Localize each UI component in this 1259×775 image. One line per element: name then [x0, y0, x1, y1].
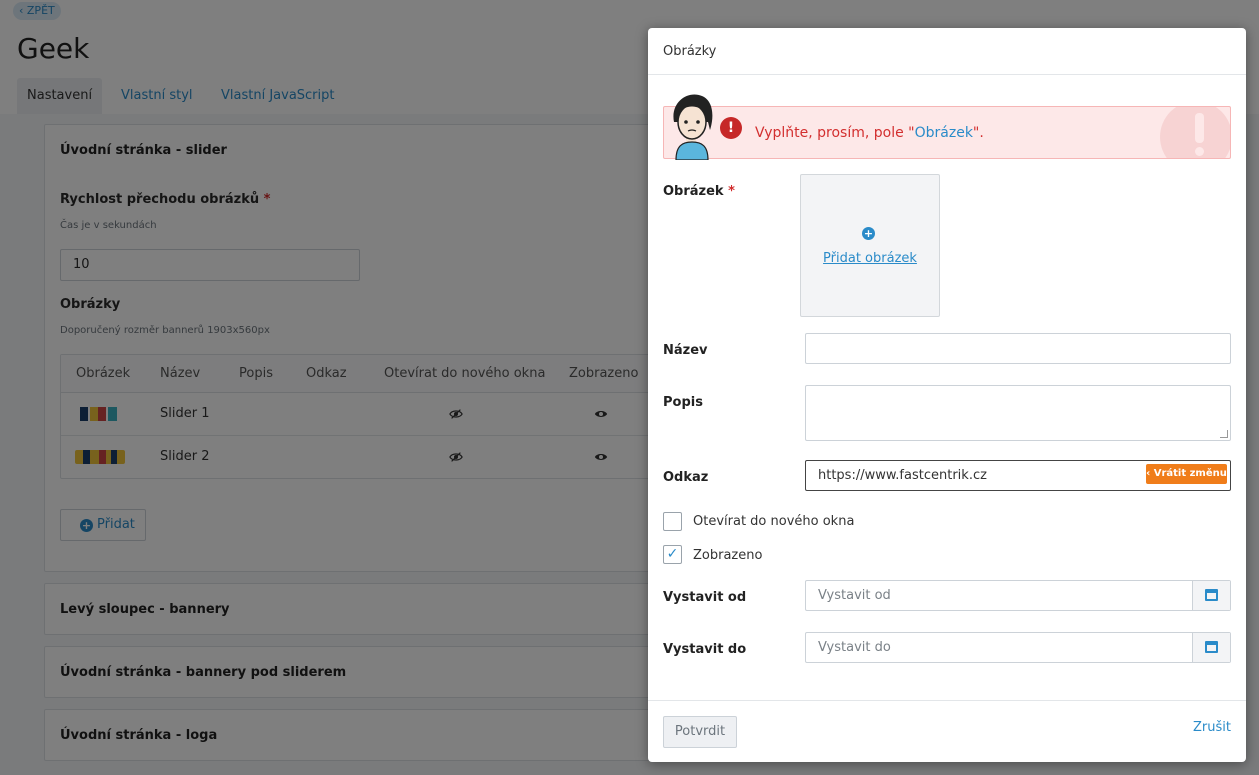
new-window-checkbox[interactable]	[663, 512, 682, 531]
modal-header: Obrázky	[648, 28, 1246, 75]
confirm-button[interactable]: Potvrdit	[663, 716, 737, 748]
alert-decoration	[1195, 147, 1204, 156]
calendar-icon	[1205, 589, 1218, 601]
visible-checkbox[interactable]: ✓	[663, 545, 682, 564]
check-icon: ✓	[666, 546, 679, 562]
name-input[interactable]	[805, 333, 1231, 364]
exclamation-icon: !	[720, 117, 742, 139]
calendar-icon	[1205, 641, 1218, 653]
description-label: Popis	[663, 395, 703, 410]
plus-circle-icon: +	[862, 227, 875, 240]
alert-decoration	[1195, 113, 1204, 143]
validation-alert: ! Vyplňte, prosím, pole "Obrázek".	[663, 106, 1231, 159]
resize-handle[interactable]	[1220, 430, 1228, 438]
image-label: Obrázek *	[663, 184, 735, 199]
publish-from-calendar-button[interactable]	[1192, 581, 1230, 610]
description-textarea[interactable]	[805, 385, 1231, 441]
image-upload-area[interactable]: + Přidat obrázek	[800, 174, 940, 317]
publish-from-label: Vystavit od	[663, 590, 747, 605]
alert-field-link[interactable]: Obrázek	[915, 125, 973, 141]
modal-title: Obrázky	[663, 44, 717, 59]
modal-footer: Potvrdit Zrušit	[648, 700, 1246, 762]
publish-from-placeholder: Vystavit od	[818, 588, 891, 603]
cancel-link[interactable]: Zrušit	[1193, 701, 1231, 755]
visible-label[interactable]: Zobrazeno	[693, 548, 762, 563]
alert-message: Vyplňte, prosím, pole "Obrázek".	[755, 125, 984, 141]
publish-to-input[interactable]: Vystavit do	[805, 632, 1231, 663]
required-mark: *	[728, 184, 735, 199]
revert-change-button[interactable]: ‹ Vrátit změnu	[1146, 464, 1227, 484]
publish-to-label: Vystavit do	[663, 642, 747, 657]
add-image-link[interactable]: Přidat obrázek	[801, 251, 939, 266]
new-window-label[interactable]: Otevírat do nového okna	[693, 514, 854, 529]
name-label: Název	[663, 343, 708, 358]
publish-from-input[interactable]: Vystavit od	[805, 580, 1231, 611]
images-modal: Obrázky ! Vyplňte, prosím, pole "Obrázek…	[648, 28, 1246, 762]
publish-to-calendar-button[interactable]	[1192, 633, 1230, 662]
link-label: Odkaz	[663, 470, 709, 485]
publish-to-placeholder: Vystavit do	[818, 640, 891, 655]
mascot-illustration	[673, 94, 713, 160]
